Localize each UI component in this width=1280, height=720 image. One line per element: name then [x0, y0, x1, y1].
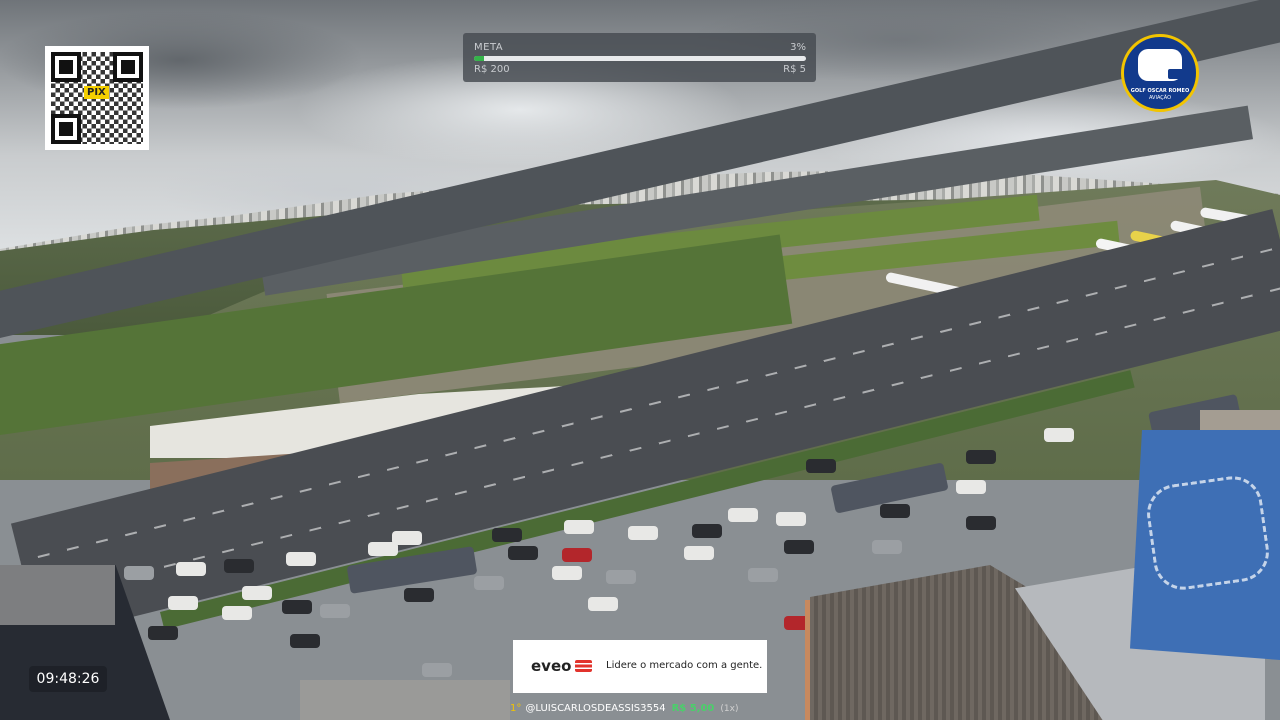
car — [492, 528, 522, 542]
goal-title: META — [474, 42, 504, 53]
car — [776, 512, 806, 526]
logo-subtitle: AVIAÇÃO — [1148, 95, 1172, 101]
car — [242, 586, 272, 600]
car — [148, 626, 178, 640]
rooftop — [0, 565, 115, 625]
goal-target: R$ 200 — [474, 64, 510, 75]
rooftop — [300, 680, 510, 720]
car — [222, 606, 252, 620]
qr-finder-icon — [51, 114, 81, 144]
goal-progress-fill — [474, 56, 484, 61]
car — [806, 459, 836, 473]
qr-finder-icon — [51, 52, 81, 82]
car — [966, 516, 996, 530]
car — [588, 597, 618, 611]
sponsor-slogan: Lidere o mercado com a gente. — [606, 660, 763, 671]
car — [1044, 428, 1074, 442]
car — [552, 566, 582, 580]
pix-qr-code: PIX — [45, 46, 149, 150]
donation-amount: R$ 5,00 — [671, 703, 715, 714]
car — [728, 508, 758, 522]
car — [966, 450, 996, 464]
car — [286, 552, 316, 566]
eveo-logo-icon — [575, 660, 592, 672]
car — [282, 600, 312, 614]
channel-logo: GOLF OSCAR ROMEO AVIAÇÃO — [1121, 34, 1199, 112]
donation-ticker: 1° @LUISCARLOSDEASSIS3554 R$ 5,00 (1x) — [510, 698, 738, 720]
pix-label: PIX — [84, 86, 109, 99]
car — [628, 526, 658, 540]
sponsor-brand: eveo — [531, 657, 572, 675]
car — [290, 634, 320, 648]
car — [224, 559, 254, 573]
goal-current: R$ 5 — [783, 64, 806, 75]
car — [564, 520, 594, 534]
car — [404, 588, 434, 602]
stream-clock: 09:48:26 — [29, 666, 107, 692]
car — [508, 546, 538, 560]
logo-name: GOLF OSCAR ROMEO — [1130, 88, 1190, 94]
airport-camera-view — [0, 0, 1280, 720]
car — [124, 566, 154, 580]
donation-goal: META 3% R$ 200 R$ 5 — [463, 33, 816, 82]
car — [880, 504, 910, 518]
car — [176, 562, 206, 576]
graffiti-building — [1130, 430, 1280, 660]
goal-progress-track — [474, 56, 806, 61]
donor-name: @LUISCARLOSDEASSIS3554 — [525, 703, 666, 714]
car — [692, 524, 722, 538]
sponsor-banner[interactable]: eveo Lidere o mercado com a gente. — [513, 640, 767, 693]
graffiti-mural — [1143, 472, 1273, 594]
car — [956, 480, 986, 494]
car — [748, 568, 778, 582]
car — [684, 546, 714, 560]
qr-finder-icon — [113, 52, 143, 82]
car — [168, 596, 198, 610]
car — [392, 531, 422, 545]
car — [872, 540, 902, 554]
1st-place-icon: 1° — [510, 703, 522, 714]
donation-count: (1x) — [720, 704, 739, 714]
car — [474, 576, 504, 590]
car — [562, 548, 592, 562]
goal-percent: 3% — [790, 42, 806, 53]
g-logo-icon — [1138, 49, 1192, 81]
car — [784, 540, 814, 554]
car — [320, 604, 350, 618]
car — [606, 570, 636, 584]
car — [422, 663, 452, 677]
